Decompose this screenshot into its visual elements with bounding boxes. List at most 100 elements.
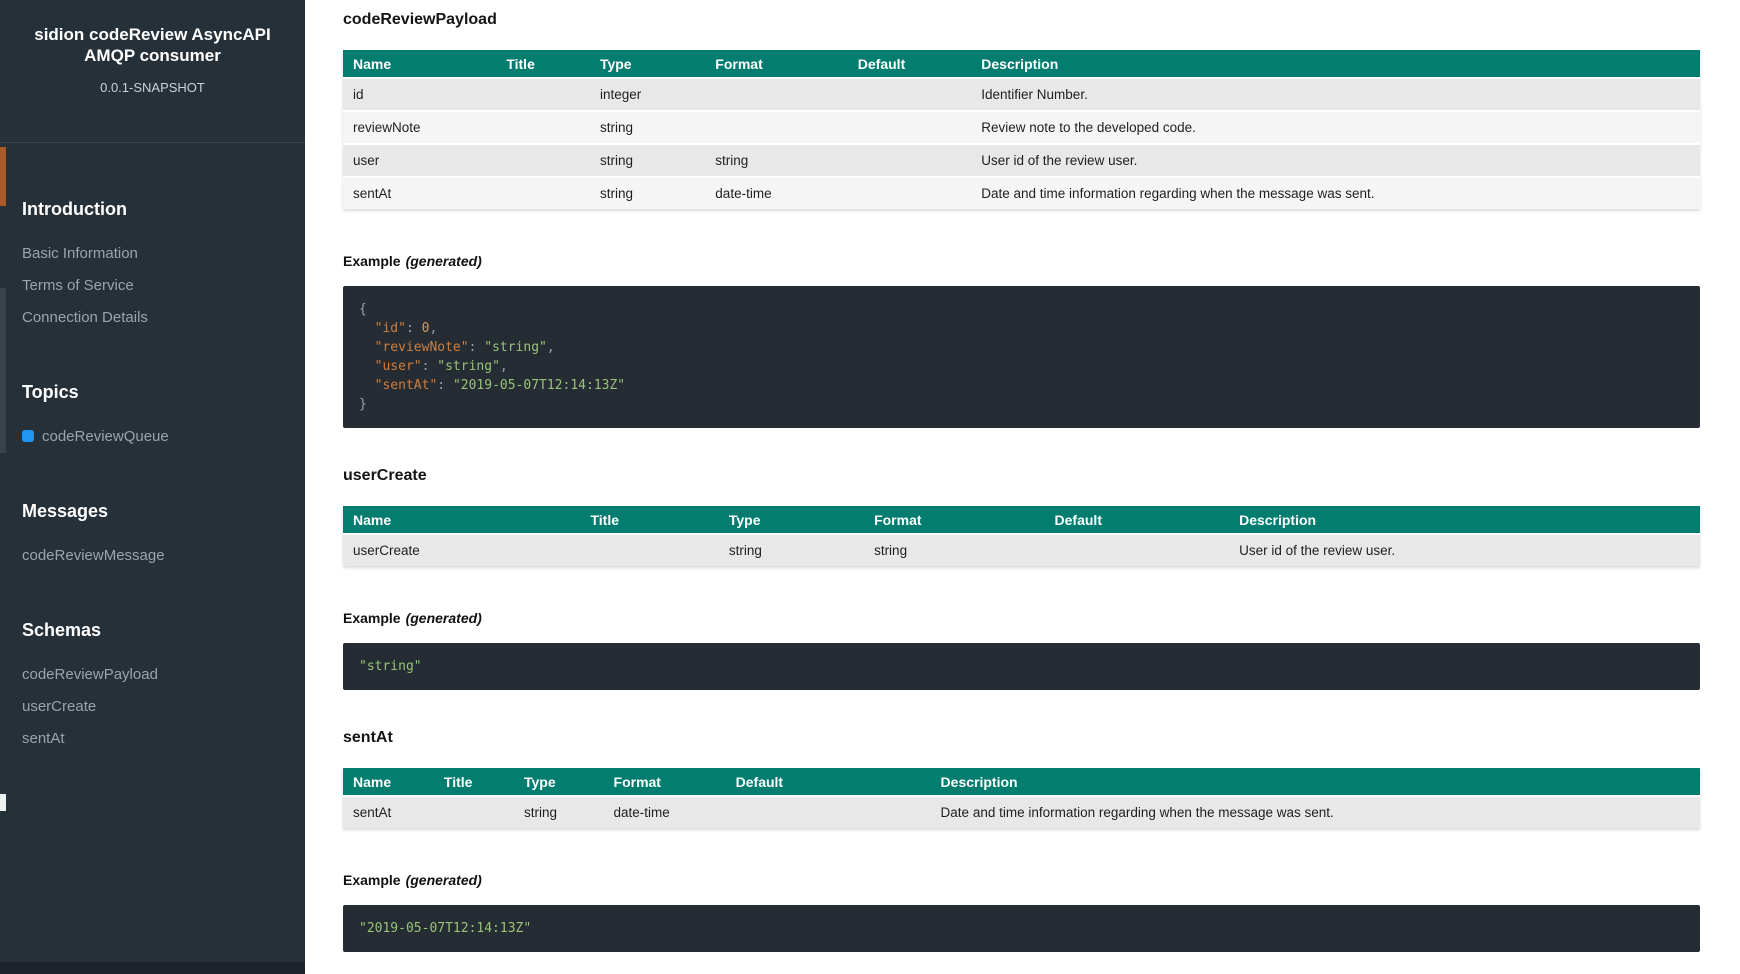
sidebar: sidion codeReview AsyncAPI AMQP consumer… [0, 0, 305, 974]
cell-description: Identifier Number. [971, 77, 1700, 110]
sidebar-header: sidion codeReview AsyncAPI AMQP consumer… [0, 24, 305, 143]
column-header-name: Name [343, 50, 496, 77]
cell-title [496, 176, 590, 209]
sidebar-item-usercreate[interactable]: userCreate [22, 691, 305, 723]
schema-heading: sentAt [343, 728, 1700, 747]
sidebar-nav: Introduction Basic Information Terms of Se… [0, 199, 305, 755]
sidebar-item-label: Connection Details [22, 309, 148, 326]
cell-name: sentAt [343, 176, 496, 209]
example-code-block: "string" [343, 643, 1700, 690]
sidebar-item-label: Basic Information [22, 245, 138, 262]
column-header-format: Format [864, 506, 1044, 533]
sidebar-section-messages: MessagescodeReviewMessage [0, 501, 305, 572]
main-content: codeReviewPayload NameTitleTypeFormatDef… [305, 0, 1740, 974]
sidebar-item-connection-details[interactable]: Connection Details [22, 302, 305, 334]
cell-description: User id of the review user. [971, 143, 1700, 176]
cell-format: string [864, 533, 1044, 566]
example-label: Example [343, 872, 401, 888]
schema-heading: codeReviewPayload [343, 10, 1700, 29]
column-header-description: Description [971, 50, 1700, 77]
sidebar-item-label: Terms of Service [22, 277, 134, 294]
cell-format [705, 110, 847, 143]
cell-name: sentAt [343, 795, 434, 828]
sidebar-section-topics: TopicscodeReviewQueue [0, 382, 305, 453]
sidebar-item-label: codeReviewMessage [22, 547, 165, 564]
cell-name: id [343, 77, 496, 110]
sidebar-section-schemas: Schemas codeReviewPayload userCreate sentAt [0, 620, 305, 755]
cell-title [434, 795, 514, 828]
cell-name: user [343, 143, 496, 176]
column-header-default: Default [1045, 506, 1230, 533]
schema-section-codereviewpayload: codeReviewPayload NameTitleTypeFormatDef… [343, 10, 1700, 428]
sidebar-item-label: sentAt [22, 730, 65, 747]
cell-title [496, 110, 590, 143]
column-header-title: Title [496, 50, 590, 77]
table-row: userstringstringUser id of the review us… [343, 143, 1700, 176]
sidebar-item-codereviewpayload[interactable]: codeReviewPayload [22, 659, 305, 691]
sidebar-item-label: codeReviewQueue [42, 428, 169, 445]
generated-label: (generated) [406, 610, 482, 626]
cell-format: date-time [705, 176, 847, 209]
column-header-type: Type [514, 768, 604, 795]
cell-name: reviewNote [343, 110, 496, 143]
cell-description: Review note to the developed code. [971, 110, 1700, 143]
example-heading: Example (generated) [343, 253, 1700, 270]
cell-default [848, 110, 971, 143]
example-heading: Example (generated) [343, 610, 1700, 627]
column-header-description: Description [931, 768, 1700, 795]
table-header-row: NameTitleTypeFormatDefaultDescription [343, 768, 1700, 795]
sidebar-item-codereviewmessage[interactable]: codeReviewMessage [22, 540, 305, 572]
column-header-description: Description [1229, 506, 1700, 533]
sidebar-section-introduction: Introduction Basic Information Terms of Se… [0, 199, 305, 334]
cell-default [848, 77, 971, 110]
sidebar-item-terms-of-service[interactable]: Terms of Service [22, 270, 305, 302]
table-row: sentAtstringdate-timeDate and time infor… [343, 795, 1700, 828]
cell-description: User id of the review user. [1229, 533, 1700, 566]
cell-description: Date and time information regarding when… [971, 176, 1700, 209]
sidebar-bottom-strip [0, 962, 305, 974]
cell-format [705, 77, 847, 110]
sidebar-heading-introduction: Introduction [22, 199, 305, 220]
sidebar-item-label: userCreate [22, 698, 96, 715]
column-header-format: Format [604, 768, 726, 795]
column-header-name: Name [343, 506, 580, 533]
sidebar-item-basic-information[interactable]: Basic Information [22, 238, 305, 270]
cell-format: date-time [604, 795, 726, 828]
cell-type: integer [590, 77, 705, 110]
sidebar-item-label: codeReviewPayload [22, 666, 158, 683]
example-heading: Example (generated) [343, 872, 1700, 889]
cell-default [848, 176, 971, 209]
schema-section-usercreate: userCreate NameTitleTypeFormatDefaultDes… [343, 466, 1700, 690]
column-header-title: Title [580, 506, 718, 533]
code-line: "user": "string", [359, 357, 1684, 376]
code-line: "2019-05-07T12:14:13Z" [359, 919, 1684, 938]
sidebar-item-sentat[interactable]: sentAt [22, 723, 305, 755]
cell-default [726, 795, 931, 828]
cell-title [496, 77, 590, 110]
column-header-name: Name [343, 768, 434, 795]
edge-mark-orange [0, 147, 6, 206]
example-label: Example [343, 610, 401, 626]
column-header-type: Type [719, 506, 864, 533]
cell-default [1045, 533, 1230, 566]
cell-name: userCreate [343, 533, 580, 566]
cell-title [496, 143, 590, 176]
table-header-row: NameTitleTypeFormatDefaultDescription [343, 506, 1700, 533]
column-header-title: Title [434, 768, 514, 795]
edge-mark-gray [0, 288, 6, 453]
table-row: id integer Identifier Number. [343, 77, 1700, 110]
table-row: userCreatestringstringUser id of the rev… [343, 533, 1700, 566]
schema-table: NameTitleTypeFormatDefaultDescription se… [343, 768, 1700, 828]
code-line: "sentAt": "2019-05-07T12:14:13Z" [359, 376, 1684, 395]
code-line: "reviewNote": "string", [359, 338, 1684, 357]
cell-type: string [590, 176, 705, 209]
generated-label: (generated) [406, 253, 482, 269]
table-row: sentAt stringdate-time Date and time infor… [343, 176, 1700, 209]
sidebar-heading-schemas: Schemas [22, 620, 305, 641]
generated-label: (generated) [406, 872, 482, 888]
cell-default [848, 143, 971, 176]
sidebar-item-codereviewqueue[interactable]: codeReviewQueue [22, 421, 305, 453]
example-label: Example [343, 253, 401, 269]
schema-heading: userCreate [343, 466, 1700, 485]
sidebar-edge-track [0, 0, 6, 974]
